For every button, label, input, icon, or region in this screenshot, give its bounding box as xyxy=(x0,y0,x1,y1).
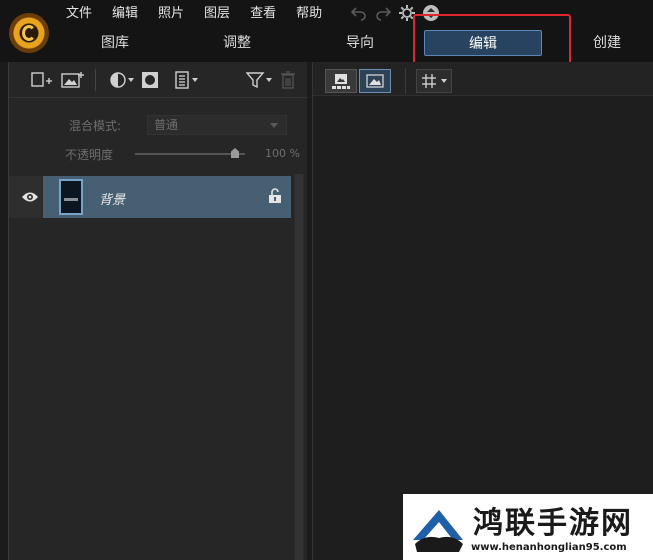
unlock-icon[interactable] xyxy=(268,188,282,204)
layer-name[interactable]: 背景 xyxy=(99,189,125,208)
eye-icon[interactable] xyxy=(21,189,39,205)
layers-panel: 混合模式: 普通 不透明度 100 % 背景 xyxy=(8,62,308,560)
toolbar-divider xyxy=(405,68,406,94)
opacity-value: 100 % xyxy=(265,147,300,160)
add-image-layer-button[interactable] xyxy=(61,69,85,91)
adjustment-layer-button[interactable] xyxy=(106,69,134,91)
watermark-title: 鸿联手游网 xyxy=(473,506,633,541)
layer-options-button[interactable] xyxy=(170,69,198,91)
menu-photo[interactable]: 照片 xyxy=(148,3,194,25)
layer-thumbnail xyxy=(59,179,83,215)
tab-create[interactable]: 创建 xyxy=(570,30,644,56)
menu-file[interactable]: 文件 xyxy=(56,3,102,25)
blend-mode-label: 混合模式: xyxy=(69,118,122,133)
chevron-down-icon xyxy=(441,79,447,83)
chevron-down-icon xyxy=(270,123,278,128)
new-layer-button[interactable] xyxy=(29,69,53,91)
tab-guide[interactable]: 导向 xyxy=(323,30,397,56)
menu-help[interactable]: 帮助 xyxy=(286,3,332,25)
scrollbar-thumb[interactable] xyxy=(295,174,303,560)
menu-edit[interactable]: 编辑 xyxy=(102,3,148,25)
filmstrip-view-button[interactable] xyxy=(325,69,357,93)
delete-layer-button[interactable] xyxy=(276,69,300,91)
watermark-logo-icon xyxy=(413,510,463,552)
add-mask-button[interactable] xyxy=(138,69,162,91)
opacity-label: 不透明度 xyxy=(65,148,114,162)
redo-icon[interactable] xyxy=(374,5,392,21)
opacity-slider-track[interactable] xyxy=(135,153,245,155)
toolbar-divider xyxy=(95,68,96,91)
layers-toolbar xyxy=(9,62,308,98)
menu-view[interactable]: 查看 xyxy=(240,3,286,25)
undo-icon[interactable] xyxy=(350,5,368,21)
filter-button[interactable] xyxy=(244,69,272,91)
blend-mode-row: 混合模式: 普通 xyxy=(69,115,287,135)
layers-scrollbar[interactable] xyxy=(294,174,304,560)
opacity-slider-handle[interactable] xyxy=(231,148,239,158)
menu-bar: 文件 编辑 照片 图层 查看 帮助 xyxy=(56,3,332,25)
menu-layer[interactable]: 图层 xyxy=(194,3,240,25)
blend-mode-select[interactable]: 普通 xyxy=(147,115,287,135)
watermark-url: www.henanhonglian95.com xyxy=(471,542,627,553)
layer-list: 背景 xyxy=(9,174,291,560)
tab-adjust[interactable]: 调整 xyxy=(200,30,274,56)
canvas-panel xyxy=(312,62,653,560)
tab-library[interactable]: 图库 xyxy=(78,30,152,56)
layer-row[interactable]: 背景 xyxy=(9,176,291,218)
grid-overlay-button[interactable] xyxy=(416,69,452,93)
opacity-row: 不透明度 100 % xyxy=(65,144,300,164)
view-mode-group xyxy=(325,69,395,93)
canvas-toolbar xyxy=(313,62,653,96)
blend-mode-value: 普通 xyxy=(154,118,179,132)
watermark: 鸿联手游网 www.henanhonglian95.com xyxy=(403,494,653,560)
single-view-button[interactable] xyxy=(359,69,391,93)
